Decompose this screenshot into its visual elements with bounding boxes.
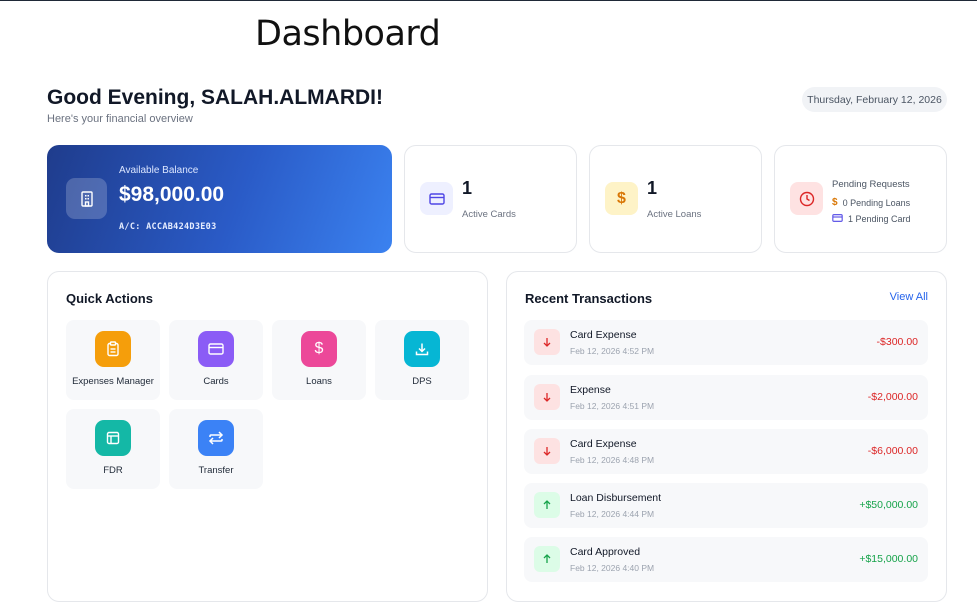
transaction-amount: -$300.00 xyxy=(876,336,918,348)
quick-action-label: Expenses Manager xyxy=(72,376,154,387)
dollar-icon: $ xyxy=(605,182,638,215)
active-loans-label: Active Loans xyxy=(647,209,702,220)
quick-action-transfer[interactable]: Transfer xyxy=(169,409,263,489)
quick-action-label: Cards xyxy=(203,376,229,387)
transaction-date: Feb 12, 2026 4:51 PM xyxy=(570,401,655,411)
recent-transactions-title: Recent Transactions xyxy=(525,291,653,306)
pending-loans-line: $ 0 Pending Loans xyxy=(832,197,910,208)
transaction-date: Feb 12, 2026 4:48 PM xyxy=(570,455,655,465)
pending-cards-text: 1 Pending Card xyxy=(848,214,911,224)
pending-cards-line: 1 Pending Card xyxy=(832,214,911,224)
active-loans-count: 1 xyxy=(647,178,658,198)
quick-action-label: Transfer xyxy=(198,465,234,476)
transaction-title: Card Expense xyxy=(570,438,637,450)
transaction-title: Card Expense xyxy=(570,329,637,341)
pending-loans-text: 0 Pending Loans xyxy=(842,197,911,208)
greeting-subtitle: Here's your financial overview xyxy=(47,113,193,125)
clipboard-icon xyxy=(95,331,131,367)
clock-icon xyxy=(790,182,823,215)
quick-action-loans[interactable]: $ Loans xyxy=(272,320,366,400)
quick-action-expenses-manager[interactable]: Expenses Manager xyxy=(66,320,160,400)
transaction-date: Feb 12, 2026 4:44 PM xyxy=(570,509,655,519)
credit-card-icon xyxy=(420,182,453,215)
transaction-amount: +$15,000.00 xyxy=(859,553,918,565)
transaction-row[interactable]: Loan Disbursement Feb 12, 2026 4:44 PM +… xyxy=(524,483,928,528)
quick-action-label: Loans xyxy=(306,376,332,387)
active-cards-count: 1 xyxy=(462,178,473,198)
quick-action-fdr[interactable]: FDR xyxy=(66,409,160,489)
transaction-row[interactable]: Expense Feb 12, 2026 4:51 PM -$2,000.00 xyxy=(524,375,928,420)
view-all-link[interactable]: View All xyxy=(890,291,928,303)
transaction-row[interactable]: Card Expense Feb 12, 2026 4:52 PM -$300.… xyxy=(524,320,928,365)
arrow-down-icon xyxy=(534,384,560,410)
transaction-amount: -$2,000.00 xyxy=(867,391,918,403)
transaction-title: Loan Disbursement xyxy=(570,492,662,504)
balance-card: Available Balance $98,000.00 A/C: ACCAB4… xyxy=(47,145,392,253)
arrow-down-icon xyxy=(534,438,560,464)
quick-action-dps[interactable]: DPS xyxy=(375,320,469,400)
bank-icon xyxy=(66,178,107,219)
quick-actions-panel: Quick Actions Expenses Manager Cards $ L… xyxy=(47,271,488,602)
active-cards-label: Active Cards xyxy=(462,209,516,220)
arrow-up-icon xyxy=(534,492,560,518)
balance-amount: $98,000.00 xyxy=(119,183,225,206)
dollar-icon: $ xyxy=(832,197,838,208)
recent-transactions-panel: Recent Transactions View All Card Expens… xyxy=(506,271,947,602)
credit-card-icon xyxy=(832,214,843,224)
date-badge: Thursday, February 12, 2026 xyxy=(802,87,947,112)
pending-requests-title: Pending Requests xyxy=(832,179,910,190)
transaction-title: Card Approved xyxy=(570,546,641,558)
transaction-amount: +$50,000.00 xyxy=(859,499,918,511)
quick-action-cards[interactable]: Cards xyxy=(169,320,263,400)
transaction-amount: -$6,000.00 xyxy=(867,445,918,457)
transaction-date: Feb 12, 2026 4:40 PM xyxy=(570,563,655,573)
quick-actions-title: Quick Actions xyxy=(66,291,153,306)
transfer-icon xyxy=(198,420,234,456)
balance-label: Available Balance xyxy=(119,165,199,176)
top-border xyxy=(0,0,977,1)
active-cards-card[interactable]: 1 Active Cards xyxy=(404,145,577,253)
account-number: A/C: ACCAB424D3E03 xyxy=(119,222,217,232)
arrow-up-icon xyxy=(534,546,560,572)
pending-requests-card[interactable]: Pending Requests $ 0 Pending Loans 1 Pen… xyxy=(774,145,947,253)
transaction-title: Expense xyxy=(570,384,611,396)
transaction-date: Feb 12, 2026 4:52 PM xyxy=(570,346,655,356)
transaction-row[interactable]: Card Expense Feb 12, 2026 4:48 PM -$6,00… xyxy=(524,429,928,474)
greeting-heading: Good Evening, SALAH.ALMARDI! xyxy=(47,86,383,109)
active-loans-card[interactable]: $ 1 Active Loans xyxy=(589,145,762,253)
arrow-down-icon xyxy=(534,329,560,355)
transaction-row[interactable]: Card Approved Feb 12, 2026 4:40 PM +$15,… xyxy=(524,537,928,582)
quick-action-label: DPS xyxy=(412,376,432,387)
page-title: Dashboard xyxy=(255,14,441,54)
quick-action-label: FDR xyxy=(103,465,123,476)
download-icon xyxy=(404,331,440,367)
credit-card-icon xyxy=(198,331,234,367)
dollar-icon: $ xyxy=(301,331,337,367)
layout-icon xyxy=(95,420,131,456)
